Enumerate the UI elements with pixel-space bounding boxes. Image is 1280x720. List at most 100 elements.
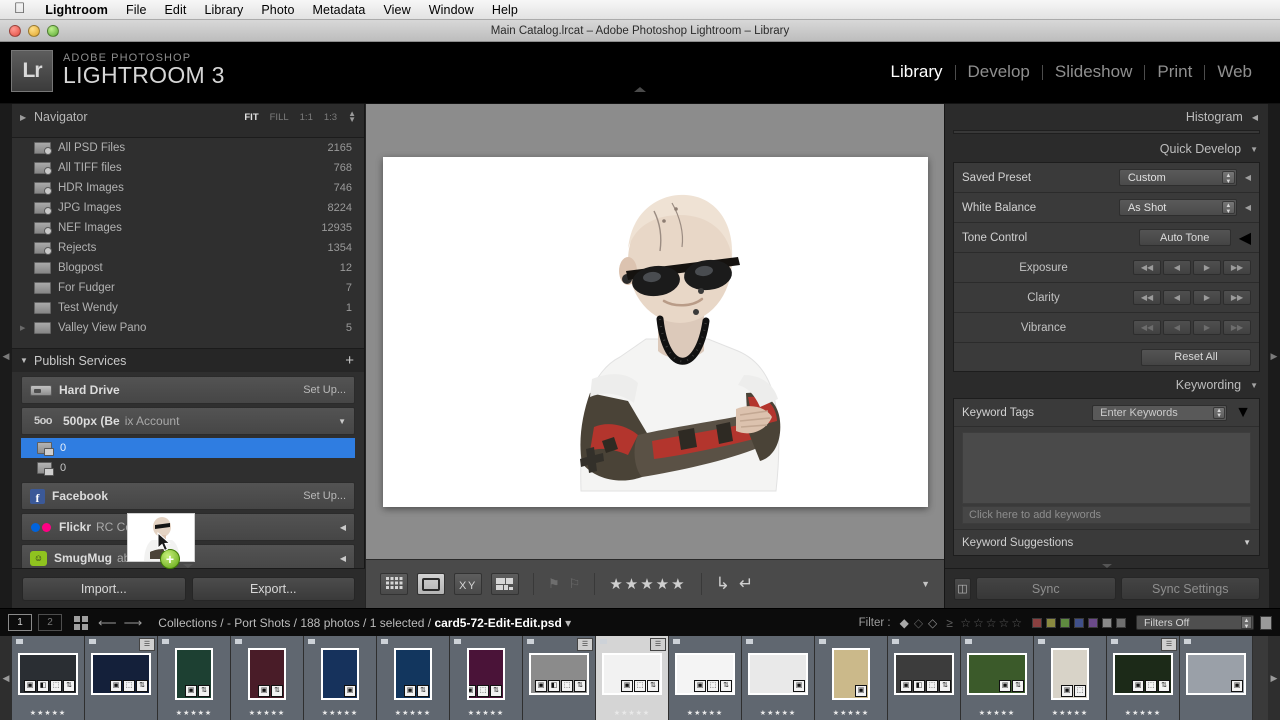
filmstrip-cell[interactable]: ▣ ◧ ⬚ ⇅ ★★★★★ [12,636,85,720]
breadcrumb-caret-icon[interactable]: ▾ [565,616,571,630]
thumbnail-badge[interactable]: ⇅ [647,680,659,692]
thumbnail-image[interactable]: ▣ [748,653,808,695]
thumbnail-badge[interactable]: ⬚ [707,680,719,692]
zoom-stepper-icon[interactable]: ▲ ▼ [348,110,356,124]
chevron-down-icon[interactable]: ▼ [1243,538,1251,547]
thumbnail-badge[interactable]: ⬚ [123,680,135,692]
grid-toggle-icon[interactable] [74,615,88,630]
clarity-decrease-small[interactable]: ◀ [1163,290,1191,305]
thumbnail-badge[interactable]: ▣ [1061,685,1073,697]
collection-row[interactable]: Test Wendy 1 [12,298,364,318]
left-panel-toggle-arrow[interactable]: ◀ [0,104,12,608]
clarity-increase-small[interactable]: ▶ [1193,290,1221,305]
filmstrip-cell[interactable]: ▣ ⇅ ★★★★★ [231,636,304,720]
thumbnail-badge[interactable]: ⬚ [561,680,573,692]
saved-preset-combo[interactable]: Custom ▲ ▼ [1118,169,1237,186]
menu-item-lightroom[interactable]: Lightroom [45,3,108,17]
chevron-left-icon[interactable]: ◀ [1239,228,1251,248]
filmstrip-cell[interactable]: ☰ ▣ ⬚ ⇅ [85,636,158,720]
apple-logo-icon[interactable]:  [14,1,25,16]
filmstrip-scroll-right[interactable]: ▶ [1268,636,1280,720]
photo-preview[interactable] [382,156,928,507]
filters-preset-combo[interactable]: Filters Off ▲ ▼ [1136,615,1254,630]
thumbnail-badge[interactable]: ⬚ [1074,685,1086,697]
thumbnail-badge[interactable]: ▣ [404,685,416,697]
color-label-swatch[interactable] [1046,617,1056,628]
thumbnail-image[interactable]: ▣ [321,648,359,700]
breadcrumb[interactable]: Collections / - Port Shots / 188 photos … [158,616,571,630]
page-button-2[interactable]: 2 [38,614,62,631]
thumbnail-badge[interactable]: ⬚ [926,680,938,692]
vibrance-increase-small[interactable]: ▶ [1193,320,1221,335]
thumbnail-badge[interactable]: ⬚ [634,680,646,692]
module-web[interactable]: Web [1205,62,1264,82]
thumbnail-badge[interactable]: ▣ [855,685,867,697]
stacked-badge-icon[interactable]: ☰ [577,638,593,651]
exposure-increase-small[interactable]: ▶ [1193,260,1221,275]
filmstrip-cell[interactable]: ▣ ★★★★★ [304,636,377,720]
filmstrip-cell[interactable]: ▣ [1180,636,1253,720]
collection-row[interactable]: All TIFF files 768 [12,158,364,178]
filter-flags[interactable]: ◆ ◇ ◇ [900,616,938,630]
filmstrip-cell[interactable]: ▣ ⇅ ★★★★★ [158,636,231,720]
thumbnail-image[interactable]: ▣ ⬚ ⇅ [1113,653,1173,695]
filmstrip-cell[interactable]: ▣ ⬚ ⇅ ★★★★★ [669,636,742,720]
color-label-swatch[interactable] [1102,617,1112,628]
auto-tone-button[interactable]: Auto Tone [1138,229,1231,246]
thumbnail-image[interactable]: ▣ ⬚ [1051,648,1089,700]
vibrance-increase-large[interactable]: ▶▶ [1223,320,1251,335]
stepper-icon[interactable]: ▲ ▼ [1221,201,1235,215]
grid-view-icon[interactable] [380,573,408,595]
menu-item-metadata[interactable]: Metadata [313,3,366,17]
thumbnail-image[interactable]: ▣ ◧ ⬚ ⇅ [894,653,954,695]
vibrance-decrease-small[interactable]: ◀ [1163,320,1191,335]
filter-color-swatches[interactable] [1032,617,1126,628]
rotate-left-icon[interactable]: ↵ [739,574,753,594]
zoom-fit[interactable]: FIT [244,112,258,123]
thumbnail-badge[interactable]: ⬚ [1145,680,1157,692]
thumbnail-badge[interactable]: ▣ [793,680,805,692]
stacked-badge-icon[interactable]: ☰ [139,638,155,651]
thumbnail-image[interactable]: ▣ ⬚ ⇅ [91,653,151,695]
stacked-badge-icon[interactable]: ☰ [650,638,666,651]
thumbnail-image[interactable]: ▣ ◧ ⬚ ⇅ [18,653,78,695]
publish-service-500px[interactable]: 5oo 500px (Be ix Account ▼ [21,407,355,435]
chevron-down-icon[interactable]: ▼ [1250,145,1258,154]
filter-flag-none-icon[interactable]: ◇ [914,616,923,630]
sync-settings-button[interactable]: Sync Settings [1120,577,1260,600]
thumbnail-badge[interactable]: ▣ [185,685,197,697]
thumbnail-badge[interactable]: ⇅ [1158,680,1170,692]
thumbnail-badge[interactable]: ⬚ [477,685,489,697]
menu-item-window[interactable]: Window [429,3,474,17]
page-button-1[interactable]: 1 [8,614,32,631]
thumbnail-badge[interactable]: ▣ [1132,680,1144,692]
toolbar-options-caret[interactable]: ▼ [921,579,930,589]
collection-row[interactable]: Rejects 1354 [12,238,364,258]
thumbnail-badge[interactable]: ⇅ [939,680,951,692]
filmstrip-cell[interactable]: ▣ ⬚ ⇅ ★★★★★ [450,636,523,720]
service-setup-link[interactable]: Set Up... [303,384,346,396]
chevron-left-icon[interactable]: ◀ [340,523,346,532]
collection-row[interactable]: NEF Images 12935 [12,218,364,238]
flag-pick-icon[interactable]: ⚑ [548,576,560,592]
thumbnail-badge[interactable]: ◧ [548,680,560,692]
stepper-icon[interactable]: ▲ ▼ [1213,406,1226,419]
white-balance-combo[interactable]: As Shot ▲ ▼ [1118,199,1237,216]
filter-flag-reject-icon[interactable]: ◇ [928,616,937,630]
module-print[interactable]: Print [1145,62,1204,82]
zoom-1-1[interactable]: 1:1 [300,112,313,123]
thumbnail-badge[interactable]: ◧ [37,680,49,692]
filmstrip-cell[interactable]: ▣ ⬚ ★★★★★ [1034,636,1107,720]
chevron-down-icon[interactable]: ▼ [1235,404,1251,422]
filter-rating[interactable]: ≥ ☆☆☆☆☆ [946,616,1024,630]
chevron-left-icon[interactable]: ◀ [1252,113,1258,122]
thumbnail-badge[interactable]: ⇅ [490,685,502,697]
thumbnail-badge[interactable]: ▣ [694,680,706,692]
thumbnail-badge[interactable]: ⬚ [50,680,62,692]
collection-row[interactable]: JPG Images 8224 [12,198,364,218]
survey-view-icon[interactable] [491,573,519,595]
thumbnail-badge[interactable]: ▣ [535,680,547,692]
keyword-add-field[interactable]: Click here to add keywords [962,506,1251,524]
filmstrip-cell[interactable]: ☰ ▣ ⬚ ⇅ ★★★★★ [596,636,669,720]
histogram-header[interactable]: Histogram ◀ [945,104,1268,130]
